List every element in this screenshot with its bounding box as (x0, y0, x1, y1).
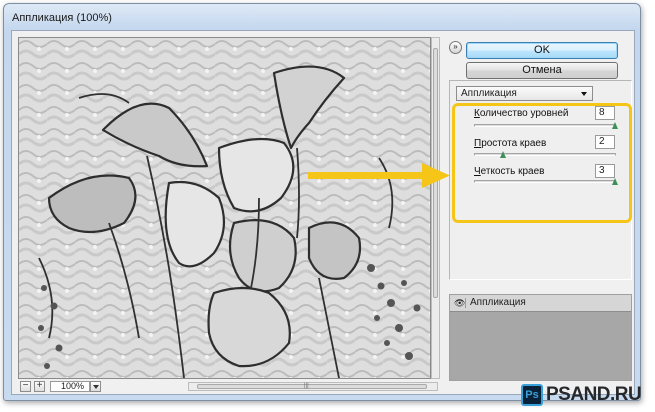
eye-icon[interactable]: 👁 (454, 298, 466, 308)
preview-toolbar: − + 100% ||| (18, 381, 440, 393)
filter-dialog-window: Аппликация (100%) − + 100% ||| » OK Отме… (3, 3, 641, 401)
annotation-arrow-icon (308, 163, 450, 188)
watermark-text: PSAND.RU (546, 384, 642, 405)
ok-button[interactable]: OK (466, 42, 618, 59)
preview-horizontal-scrollbar[interactable]: ||| (188, 382, 438, 391)
site-watermark: Ps PSAND.RU (521, 382, 642, 408)
title-bar[interactable]: Аппликация (100%) (4, 4, 640, 30)
window-title: Аппликация (100%) (12, 12, 112, 24)
zoom-level-field[interactable]: 100% (50, 381, 90, 392)
dialog-client-area: − + 100% ||| » OK Отмена Аппликация Коли… (11, 30, 635, 395)
preview-vertical-scrollbar[interactable] (431, 37, 440, 379)
zoom-in-button[interactable]: + (34, 381, 45, 392)
effect-layers-panel: 👁 Аппликация (449, 294, 632, 381)
filter-select-dropdown[interactable]: Аппликация (456, 86, 593, 101)
effect-layer-name: Аппликация (470, 297, 526, 308)
cancel-button[interactable]: Отмена (466, 62, 618, 79)
zoom-out-button[interactable]: − (20, 381, 31, 392)
preview-image (19, 38, 430, 378)
double-chevron-icon[interactable]: » (449, 41, 462, 54)
settings-highlight-frame (452, 103, 632, 223)
zoom-dropdown-button[interactable] (90, 381, 101, 392)
ps-logo: Ps (521, 384, 543, 406)
preview-canvas[interactable] (18, 37, 431, 379)
horizontal-scroll-thumb[interactable] (197, 384, 427, 389)
scroll-grip-icon: ||| (304, 383, 309, 389)
effect-layer-row[interactable]: 👁 Аппликация (450, 295, 631, 312)
